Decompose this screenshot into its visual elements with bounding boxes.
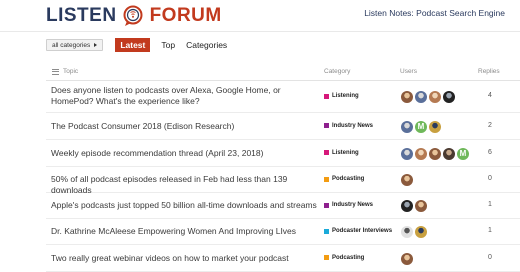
category-badge[interactable]: Listening <box>324 150 359 156</box>
topic-row[interactable]: Dr. Kathrine McAleese Empowering Women A… <box>46 219 520 245</box>
reply-count: 4 <box>488 92 492 99</box>
category-color-swatch <box>324 150 329 155</box>
user-avatar[interactable] <box>429 91 441 103</box>
user-avatar[interactable] <box>429 147 441 160</box>
reply-count: 1 <box>488 227 492 234</box>
logo-text-listen: LISTEN <box>46 5 117 26</box>
user-avatar[interactable] <box>401 91 413 103</box>
tab-latest[interactable]: Latest <box>115 38 151 52</box>
category-color-swatch <box>324 123 329 128</box>
category-badge[interactable]: Podcasting <box>324 176 364 182</box>
reply-count: 1 <box>488 201 492 208</box>
reply-count: 2 <box>488 121 492 129</box>
column-category: Category <box>324 68 351 75</box>
category-dropdown-label: all categories <box>52 41 91 49</box>
category-label: Industry News <box>332 202 374 208</box>
user-avatar[interactable] <box>415 226 427 238</box>
user-avatar[interactable] <box>401 174 413 186</box>
category-badge[interactable]: Podcasting <box>324 255 364 261</box>
category-color-swatch <box>324 255 329 260</box>
user-avatar[interactable] <box>443 91 455 103</box>
reply-count: 0 <box>488 175 492 182</box>
topic-title-link[interactable]: Two really great webinar videos on how t… <box>51 253 321 264</box>
category-label: Podcasting <box>332 176 365 182</box>
user-avatar[interactable]: M <box>415 120 427 133</box>
category-dropdown[interactable]: all categories <box>46 39 104 51</box>
participant-avatars <box>401 226 429 238</box>
site-logo[interactable]: LISTEN FORUM <box>46 5 222 27</box>
column-users: Users <box>400 68 417 75</box>
topic-title-link[interactable]: Weekly episode recommendation thread (Ap… <box>51 148 321 159</box>
column-topic-label: Topic <box>63 68 79 75</box>
reply-count: 0 <box>488 253 492 261</box>
column-replies[interactable]: Replies <box>478 68 500 75</box>
topic-row[interactable]: Two really great webinar videos on how t… <box>46 245 520 272</box>
user-avatar[interactable] <box>429 120 441 133</box>
user-avatar[interactable] <box>415 147 427 160</box>
category-color-swatch <box>324 228 329 234</box>
category-label: Podcasting <box>332 254 365 261</box>
topic-row[interactable]: Apple's podcasts just topped 50 billion … <box>46 193 520 219</box>
topic-row[interactable]: Weekly episode recommendation thread (Ap… <box>46 140 520 167</box>
logo-text-forum: FORUM <box>149 5 222 26</box>
participant-avatars <box>401 252 415 265</box>
site-header: LISTEN FORUM Listen Notes: Podcast Searc… <box>0 0 520 32</box>
user-avatar[interactable] <box>443 147 455 160</box>
listen-notes-link[interactable]: Listen Notes: Podcast Search Engine <box>364 8 505 18</box>
column-topic: Topic <box>52 68 78 75</box>
user-avatar[interactable] <box>401 147 413 160</box>
tab-top[interactable]: Top <box>161 38 175 52</box>
topic-row[interactable]: Does anyone listen to podcasts over Alex… <box>46 81 520 113</box>
category-color-swatch <box>324 202 329 208</box>
user-avatar[interactable]: M <box>457 147 469 160</box>
topic-title-link[interactable]: The Podcast Consumer 2018 (Edison Resear… <box>51 121 321 132</box>
user-avatar[interactable] <box>401 252 413 265</box>
participant-avatars <box>401 200 429 212</box>
category-label: Industry News <box>332 122 374 129</box>
category-label: Podcaster Interviews <box>332 228 393 234</box>
topic-table-header: Topic Category Users Replies V <box>46 66 520 79</box>
user-avatar[interactable] <box>415 91 427 103</box>
user-avatar[interactable] <box>401 200 413 212</box>
category-color-swatch <box>324 176 329 182</box>
category-label: Listening <box>332 93 359 99</box>
reply-count: 6 <box>488 148 492 156</box>
user-avatar[interactable] <box>401 120 413 133</box>
topic-title-link[interactable]: Does anyone listen to podcasts over Alex… <box>51 85 321 107</box>
chat-bubble-logo-icon <box>122 5 146 27</box>
category-badge[interactable]: Industry News <box>324 202 373 208</box>
user-avatar[interactable] <box>415 200 427 212</box>
participant-avatars <box>401 91 457 103</box>
participant-avatars: M <box>401 147 471 160</box>
category-label: Listening <box>332 149 359 156</box>
user-avatar[interactable] <box>401 226 413 238</box>
topic-title-link[interactable]: Apple's podcasts just topped 50 billion … <box>51 200 321 211</box>
participant-avatars: M <box>401 120 443 133</box>
category-badge[interactable]: Industry News <box>324 123 373 129</box>
caret-right-icon <box>94 43 98 47</box>
topic-nav: all categories Latest Top Categories <box>46 38 227 52</box>
category-color-swatch <box>324 93 329 99</box>
participant-avatars <box>401 174 415 186</box>
category-badge[interactable]: Podcaster Interviews <box>324 228 392 234</box>
list-icon <box>52 68 59 75</box>
topic-row[interactable]: The Podcast Consumer 2018 (Edison Resear… <box>46 113 520 140</box>
topic-row[interactable]: 50% of all podcast episodes released in … <box>46 167 520 195</box>
category-badge[interactable]: Listening <box>324 93 359 99</box>
topic-title-link[interactable]: Dr. Kathrine McAleese Empowering Women A… <box>51 226 321 237</box>
tab-categories[interactable]: Categories <box>186 38 227 52</box>
